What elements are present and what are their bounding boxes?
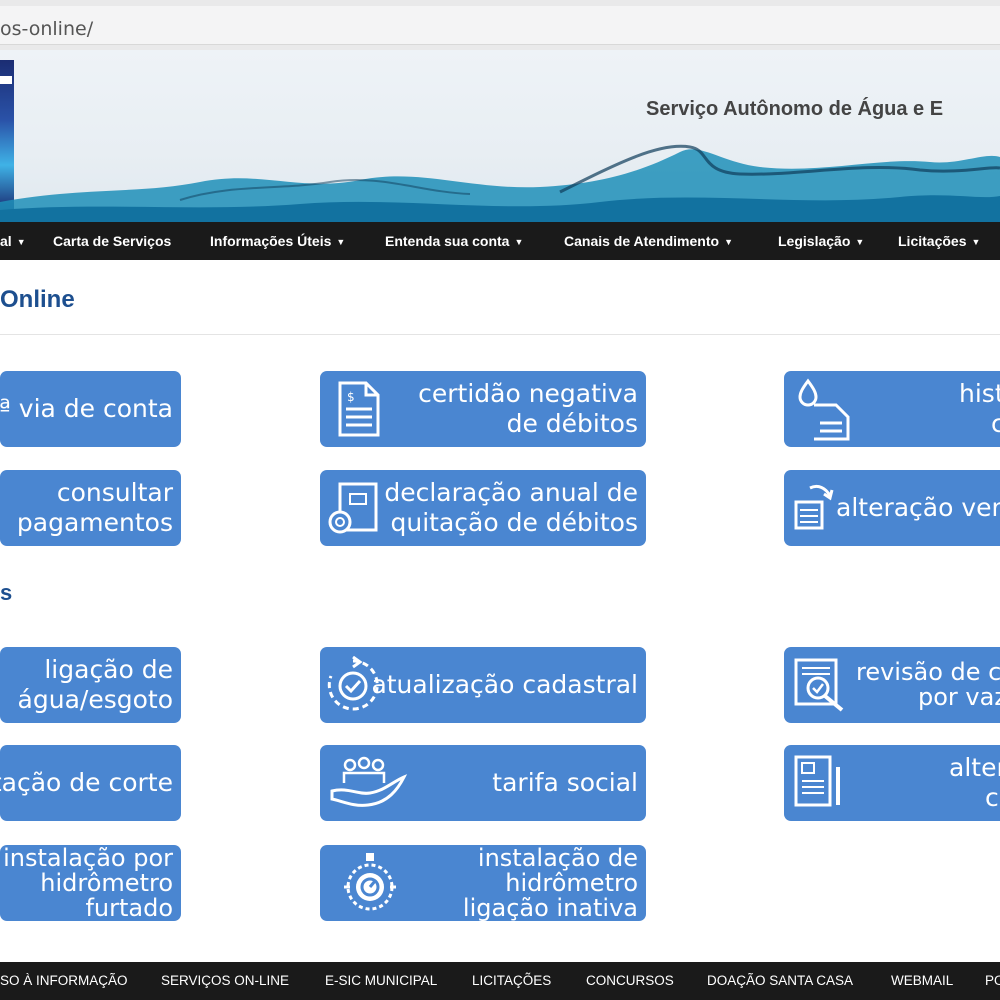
footer-link-portal[interactable]: PO	[985, 962, 1000, 1000]
checklist-search-icon	[794, 658, 844, 712]
footer-link-licitacoes[interactable]: LICITAÇÕES	[472, 962, 551, 1000]
tile-segunda-via-conta[interactable]: 2ª via de conta	[0, 371, 181, 447]
nav-item-carta-de-servicos[interactable]: Carta de Serviços	[53, 222, 171, 260]
footer-link-esic-municipal[interactable]: E-SIC MUNICIPAL	[325, 962, 437, 1000]
water-meter-icon	[344, 853, 396, 911]
nav-item-canais-de-atendimento[interactable]: Canais de Atendimento ▼	[564, 222, 733, 260]
svg-text:$: $	[347, 390, 355, 404]
footer-nav: SO À INFORMAÇÃO SERVIÇOS ON-LINE E-SIC M…	[0, 962, 1000, 1000]
tile-consultar-pagamentos[interactable]: consultar pagamentos	[0, 470, 181, 546]
page-title: Online	[0, 286, 75, 313]
divider	[0, 334, 1000, 335]
site-title: Serviço Autônomo de Água e E	[646, 98, 944, 120]
tile-declaracao-anual[interactable]: declaração anual de quitação de débitos	[320, 470, 646, 546]
site-banner: Serviço Autônomo de Água e E	[0, 50, 1000, 222]
tile-certidao-negativa[interactable]: $ certidão negativa de débitos	[320, 371, 646, 447]
nav-item-licitacoes[interactable]: Licitações ▼	[898, 222, 980, 260]
water-splash-image	[0, 144, 1000, 222]
box-receipt-icon	[328, 482, 378, 534]
chevron-down-icon: ▼	[514, 237, 524, 248]
swap-document-icon	[794, 484, 834, 530]
tile-alteracao-titularidade[interactable]: alterc	[784, 745, 1000, 821]
chevron-down-icon: ▼	[855, 237, 865, 248]
tile-historico[interactable]: hist c	[784, 371, 1000, 447]
tile-ligacao-agua-esgoto[interactable]: ligação de água/esgoto	[0, 647, 181, 723]
nav-item-legislacao[interactable]: Legislação ▼	[778, 222, 864, 260]
tile-atualizacao-cadastral[interactable]: atualização cadastral	[320, 647, 646, 723]
footer-link-servicos-online[interactable]: SERVIÇOS ON-LINE	[161, 962, 289, 1000]
hand-people-icon	[330, 756, 408, 807]
nav-item-portal[interactable]: al ▼	[0, 222, 26, 260]
browser-address-bar: os-online/	[0, 0, 1000, 50]
footer-link-webmail[interactable]: WEBMAIL	[891, 962, 953, 1000]
section-heading: s	[0, 580, 13, 605]
tile-revisao-de-conta[interactable]: revisão de c por vaz	[784, 647, 1000, 723]
url-text: os-online/	[0, 18, 94, 40]
main-nav: al ▼ Carta de Serviços Informações Úteis ▼…	[0, 222, 1000, 260]
contract-icon	[794, 755, 840, 807]
tile-tarifa-social[interactable]: tarifa social	[320, 745, 646, 821]
tile-religacao-corte[interactable]: tação de corte	[0, 745, 181, 821]
footer-link-acesso-informacao[interactable]: SO À INFORMAÇÃO	[0, 962, 128, 1000]
nav-item-entenda-sua-conta[interactable]: Entenda sua conta ▼	[385, 222, 523, 260]
footer-link-concursos[interactable]: CONCURSOS	[586, 962, 674, 1000]
water-drop-document-icon	[798, 378, 850, 441]
chevron-down-icon: ▼	[336, 237, 346, 248]
tile-instalacao-hidrometro-furtado[interactable]: instalação por hidrômetro furtado	[0, 845, 181, 921]
tile-instalacao-hidrometro-inativa[interactable]: instalação de hidrômetro ligação inativa	[320, 845, 646, 921]
tile-alteracao-vencimento[interactable]: alteração ven	[784, 470, 1000, 546]
chevron-down-icon: ▼	[724, 237, 733, 248]
bill-icon: $	[338, 381, 380, 437]
chevron-down-icon: ▼	[971, 237, 981, 248]
nav-item-informacoes-uteis[interactable]: Informações Úteis ▼	[210, 222, 345, 260]
url-field[interactable]: os-online/	[0, 6, 1000, 45]
chevron-down-icon: ▼	[16, 237, 26, 248]
footer-link-doacao-santa-casa[interactable]: DOAÇÃO SANTA CASA	[707, 962, 853, 1000]
